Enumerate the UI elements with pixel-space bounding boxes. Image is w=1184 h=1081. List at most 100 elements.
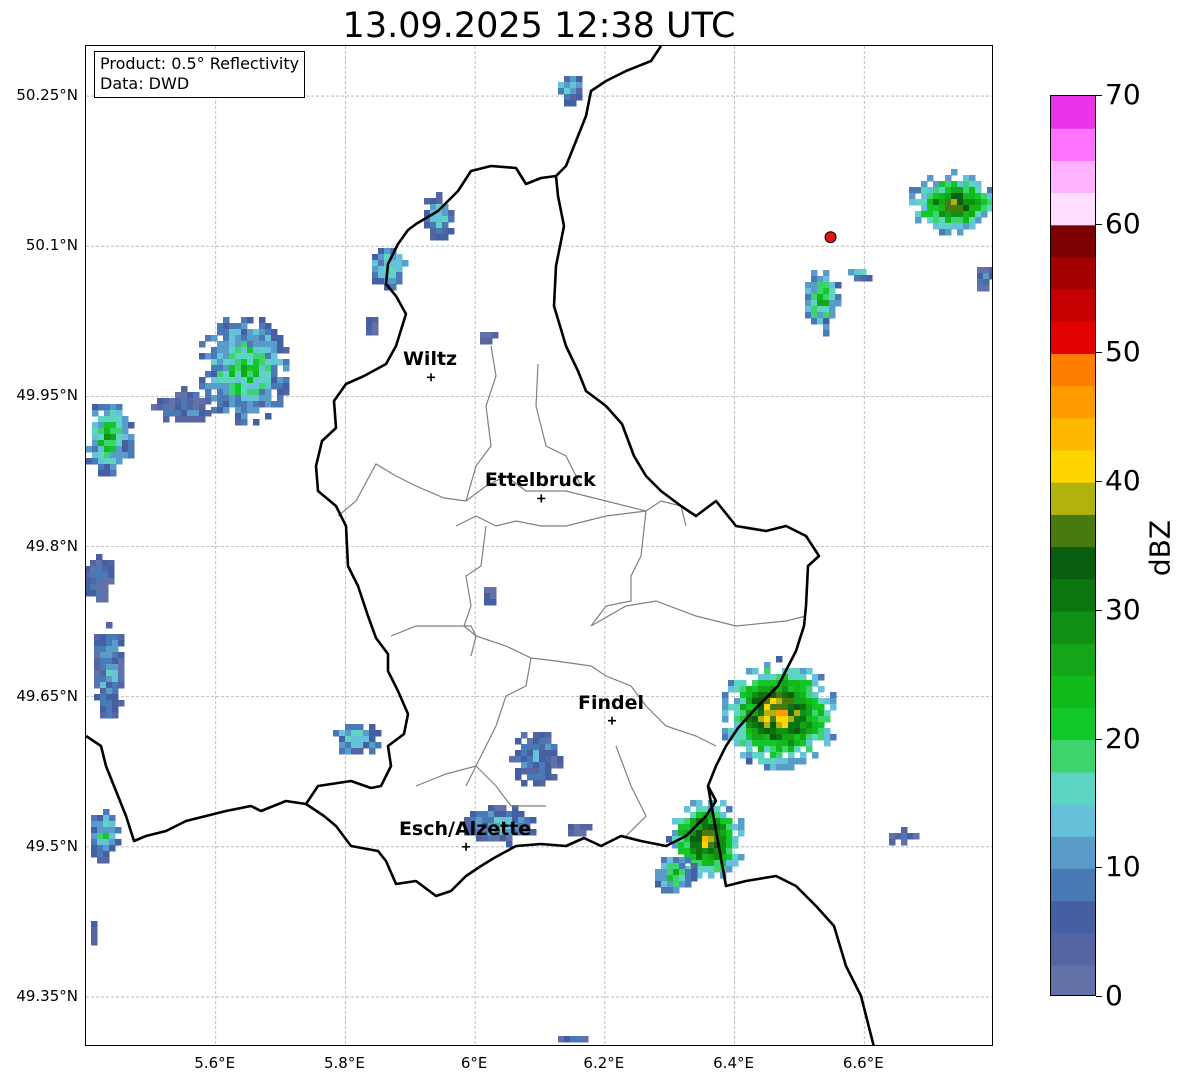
radar-pixel <box>351 730 358 737</box>
radar-pixel <box>109 845 116 852</box>
radar-pixel <box>116 452 123 459</box>
radar-pixel <box>118 676 125 683</box>
colorbar-tick-label: 60 <box>1105 206 1141 240</box>
radar-pixel <box>806 746 813 753</box>
radar-pixel <box>108 566 115 573</box>
radar-pixel <box>521 762 528 769</box>
radar-pixel <box>770 710 777 717</box>
radar-pixel <box>106 700 113 707</box>
radar-pixel <box>91 851 98 858</box>
radar-pixel <box>989 267 992 274</box>
radar-pixel <box>390 272 397 279</box>
radar-pixel <box>211 359 218 366</box>
radar-pixel <box>957 187 964 194</box>
radar-pixel <box>818 728 825 735</box>
radar-pixel <box>909 199 916 206</box>
radar-pixel <box>527 744 534 751</box>
radar-pixel <box>527 750 534 757</box>
radar-pixel <box>818 716 825 723</box>
radar-pixel <box>229 329 236 336</box>
radar-pixel <box>673 863 680 870</box>
radar-pixel <box>363 730 370 737</box>
radar-pixel <box>100 712 107 719</box>
radar-pixel <box>776 728 783 735</box>
colorbar-step <box>1051 321 1095 355</box>
radar-pixel <box>770 740 777 747</box>
radar-pixel <box>128 446 135 453</box>
radar-pixel <box>98 422 105 429</box>
radar-pixel <box>259 377 266 384</box>
radar-pixel <box>223 329 230 336</box>
radar-pixel <box>927 199 934 206</box>
radar-pixel <box>128 422 135 429</box>
radar-pixel <box>533 762 540 769</box>
radar-pixel <box>782 716 789 723</box>
radar-pixel <box>939 229 946 236</box>
radar-pixel <box>776 656 783 663</box>
radar-pixel <box>685 875 692 882</box>
radar-pixel <box>933 223 940 230</box>
radar-pixel <box>96 578 103 585</box>
radar-pixel <box>939 211 946 218</box>
radar-pixel <box>987 187 992 194</box>
radar-pixel <box>770 752 777 759</box>
radar-pixel <box>684 818 691 825</box>
radar-pixel <box>283 347 290 354</box>
radar-pixel <box>805 306 812 313</box>
radar-pixel <box>726 824 733 831</box>
radar-pixel <box>895 833 902 840</box>
radar-pixel <box>271 359 278 366</box>
radar-pixel <box>981 199 988 206</box>
colorbar-step <box>1051 771 1095 805</box>
radar-pixel <box>96 554 103 561</box>
radar-pixel <box>800 722 807 729</box>
radar-pixel <box>109 815 116 822</box>
radar-pixel <box>211 395 218 402</box>
radar-pixel <box>363 736 370 743</box>
radar-pixel <box>116 446 123 453</box>
radar-pixel <box>758 758 765 765</box>
radar-pixel <box>533 756 540 763</box>
radar-pixel <box>259 359 266 366</box>
radar-pixel <box>108 578 115 585</box>
radar-map[interactable] <box>85 45 993 1046</box>
radar-pixel <box>106 646 113 653</box>
radar-pixel <box>110 446 117 453</box>
radar-pixel <box>92 458 99 465</box>
radar-pixel <box>983 267 990 274</box>
radar-pixel <box>788 728 795 735</box>
radar-pixel <box>667 875 674 882</box>
radar-pixel <box>96 566 103 573</box>
radar-pixel <box>211 407 218 414</box>
radar-pixel <box>94 694 101 701</box>
radar-pixel <box>118 658 125 665</box>
radar-pixel <box>436 234 443 241</box>
radar-pixel <box>776 734 783 741</box>
radar-pixel <box>977 279 984 286</box>
radar-pixel <box>817 276 824 283</box>
radar-pixel <box>806 698 813 705</box>
radar-pixel <box>103 839 110 846</box>
radar-pixel <box>690 812 697 819</box>
radar-pixel <box>734 698 741 705</box>
radar-pixel <box>977 267 984 274</box>
radar-pixel <box>951 187 958 194</box>
radar-pixel <box>187 410 194 417</box>
radar-pixel <box>800 734 807 741</box>
radar-pixel <box>265 401 272 408</box>
radar-pixel <box>86 566 91 573</box>
radar-pixel <box>97 833 104 840</box>
radar-pixel <box>740 686 747 693</box>
radar-pixel <box>490 587 497 594</box>
radar-pixel <box>811 318 818 325</box>
radar-pixel <box>764 680 771 687</box>
radar-pixel <box>91 833 98 840</box>
radar-pixel <box>235 389 242 396</box>
radar-pixel <box>746 722 753 729</box>
radar-pixel <box>800 758 807 765</box>
radar-pixel <box>92 446 99 453</box>
radar-pixel <box>811 282 818 289</box>
data-source-text: Data: DWD <box>100 74 190 93</box>
lon-tick-label: 6.4°E <box>713 1054 754 1072</box>
radar-pixel <box>229 395 236 402</box>
